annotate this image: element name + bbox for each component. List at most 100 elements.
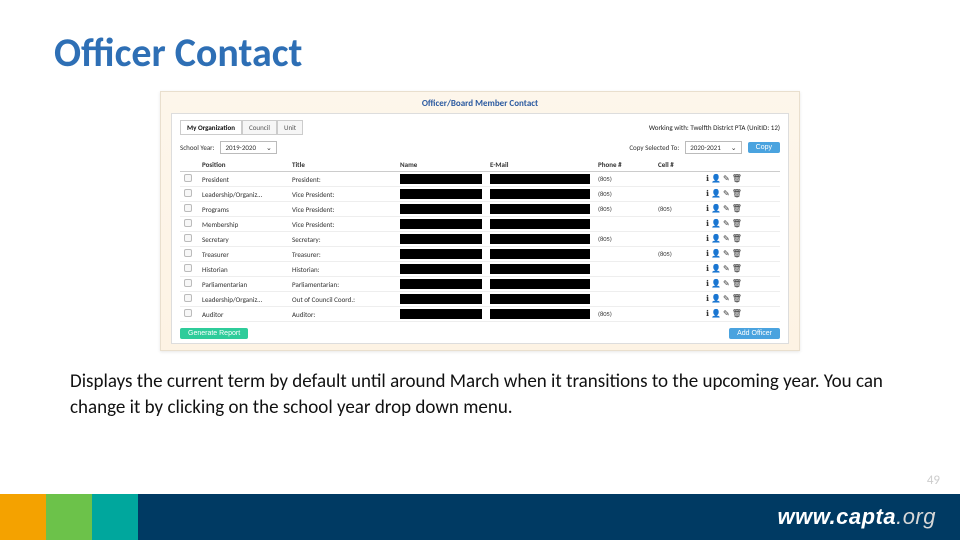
- edit-icon[interactable]: ✎: [723, 249, 730, 259]
- cell-position: Leadership/Organiz…: [198, 187, 288, 202]
- table-row: SecretarySecretary:(805)ℹ👤✎🗑: [180, 232, 780, 247]
- cell-phone: [594, 292, 654, 307]
- user-icon[interactable]: 👤: [711, 219, 721, 229]
- info-icon[interactable]: ℹ: [706, 204, 709, 214]
- school-year-select[interactable]: 2019-2020 ⌄: [220, 141, 276, 154]
- chevron-down-icon: ⌄: [266, 143, 272, 152]
- edit-icon[interactable]: ✎: [723, 309, 730, 319]
- edit-icon[interactable]: ✎: [723, 219, 730, 229]
- user-icon[interactable]: 👤: [711, 279, 721, 289]
- info-icon[interactable]: ℹ: [706, 174, 709, 184]
- screenshot-panel: Officer/Board Member Contact My Organiza…: [160, 91, 800, 351]
- cell-cell: (805): [654, 202, 702, 217]
- delete-icon[interactable]: 🗑: [732, 189, 742, 199]
- info-icon[interactable]: ℹ: [706, 294, 709, 304]
- cell-cell: [654, 292, 702, 307]
- delete-icon[interactable]: 🗑: [732, 204, 742, 214]
- table-row: ProgramsVice President:(805)(805)ℹ👤✎🗑: [180, 202, 780, 217]
- redacted-block: [400, 189, 482, 199]
- info-icon[interactable]: ℹ: [706, 249, 709, 259]
- edit-icon[interactable]: ✎: [723, 279, 730, 289]
- cell-actions: ℹ👤✎🗑: [702, 172, 780, 187]
- user-icon[interactable]: 👤: [711, 294, 721, 304]
- table-row: TreasurerTreasurer:(805)ℹ👤✎🗑: [180, 247, 780, 262]
- row-checkbox[interactable]: [184, 219, 192, 227]
- generate-report-button[interactable]: Generate Report: [180, 328, 248, 339]
- footer-square-yellow: [0, 494, 46, 540]
- slide-title: Officer Contact: [0, 0, 960, 91]
- delete-icon[interactable]: 🗑: [732, 219, 742, 229]
- copy-button[interactable]: Copy: [748, 142, 780, 153]
- cell-actions: ℹ👤✎🗑: [702, 262, 780, 277]
- add-officer-button[interactable]: Add Officer: [729, 328, 780, 339]
- tab-council[interactable]: Council: [242, 120, 277, 135]
- row-checkbox[interactable]: [184, 204, 192, 212]
- user-icon[interactable]: 👤: [711, 234, 721, 244]
- user-icon[interactable]: 👤: [711, 189, 721, 199]
- edit-icon[interactable]: ✎: [723, 264, 730, 274]
- row-checkbox[interactable]: [184, 279, 192, 287]
- col-name: Name: [396, 158, 486, 172]
- footer-url: www.capta.org: [777, 504, 936, 530]
- cell-actions: ℹ👤✎🗑: [702, 277, 780, 292]
- redacted-block: [490, 204, 590, 214]
- redacted-block: [400, 294, 482, 304]
- cell-cell: (805): [654, 247, 702, 262]
- user-icon[interactable]: 👤: [711, 174, 721, 184]
- cell-name: [396, 277, 486, 292]
- user-icon[interactable]: 👤: [711, 204, 721, 214]
- school-year-value: 2019-2020: [225, 143, 256, 152]
- cell-email: [486, 172, 594, 187]
- footer-square-teal: [92, 494, 138, 540]
- cell-title: Vice President:: [288, 217, 396, 232]
- edit-icon[interactable]: ✎: [723, 294, 730, 304]
- edit-icon[interactable]: ✎: [723, 174, 730, 184]
- row-checkbox[interactable]: [184, 174, 192, 182]
- info-icon[interactable]: ℹ: [706, 309, 709, 319]
- col-phone: Phone #: [594, 158, 654, 172]
- footer-square-green: [46, 494, 92, 540]
- info-icon[interactable]: ℹ: [706, 279, 709, 289]
- user-icon[interactable]: 👤: [711, 249, 721, 259]
- delete-icon[interactable]: 🗑: [732, 264, 742, 274]
- delete-icon[interactable]: 🗑: [732, 249, 742, 259]
- user-icon[interactable]: 👤: [711, 264, 721, 274]
- edit-icon[interactable]: ✎: [723, 204, 730, 214]
- delete-icon[interactable]: 🗑: [732, 309, 742, 319]
- cell-phone: [594, 277, 654, 292]
- row-checkbox[interactable]: [184, 309, 192, 317]
- copy-year-select[interactable]: 2020-2021 ⌄: [685, 141, 741, 154]
- delete-icon[interactable]: 🗑: [732, 174, 742, 184]
- user-icon[interactable]: 👤: [711, 309, 721, 319]
- info-icon[interactable]: ℹ: [706, 234, 709, 244]
- row-checkbox[interactable]: [184, 249, 192, 257]
- redacted-block: [400, 219, 482, 229]
- redacted-block: [490, 174, 590, 184]
- cell-cell: [654, 307, 702, 322]
- tab-my-organization[interactable]: My Organization: [180, 120, 242, 135]
- redacted-block: [490, 294, 590, 304]
- row-checkbox[interactable]: [184, 294, 192, 302]
- row-checkbox[interactable]: [184, 264, 192, 272]
- delete-icon[interactable]: 🗑: [732, 234, 742, 244]
- edit-icon[interactable]: ✎: [723, 234, 730, 244]
- info-icon[interactable]: ℹ: [706, 264, 709, 274]
- cell-name: [396, 232, 486, 247]
- info-icon[interactable]: ℹ: [706, 219, 709, 229]
- cell-title: Secretary:: [288, 232, 396, 247]
- officers-sheet: My Organization Council Unit Working wit…: [171, 113, 789, 344]
- cell-title: Vice President:: [288, 187, 396, 202]
- row-checkbox[interactable]: [184, 189, 192, 197]
- tab-unit[interactable]: Unit: [277, 120, 303, 135]
- cell-actions: ℹ👤✎🗑: [702, 217, 780, 232]
- delete-icon[interactable]: 🗑: [732, 294, 742, 304]
- cell-position: Parliamentarian: [198, 277, 288, 292]
- table-row: HistorianHistorian:ℹ👤✎🗑: [180, 262, 780, 277]
- delete-icon[interactable]: 🗑: [732, 279, 742, 289]
- info-icon[interactable]: ℹ: [706, 189, 709, 199]
- row-checkbox[interactable]: [184, 234, 192, 242]
- redacted-block: [400, 204, 482, 214]
- cell-cell: [654, 172, 702, 187]
- cell-actions: ℹ👤✎🗑: [702, 247, 780, 262]
- edit-icon[interactable]: ✎: [723, 189, 730, 199]
